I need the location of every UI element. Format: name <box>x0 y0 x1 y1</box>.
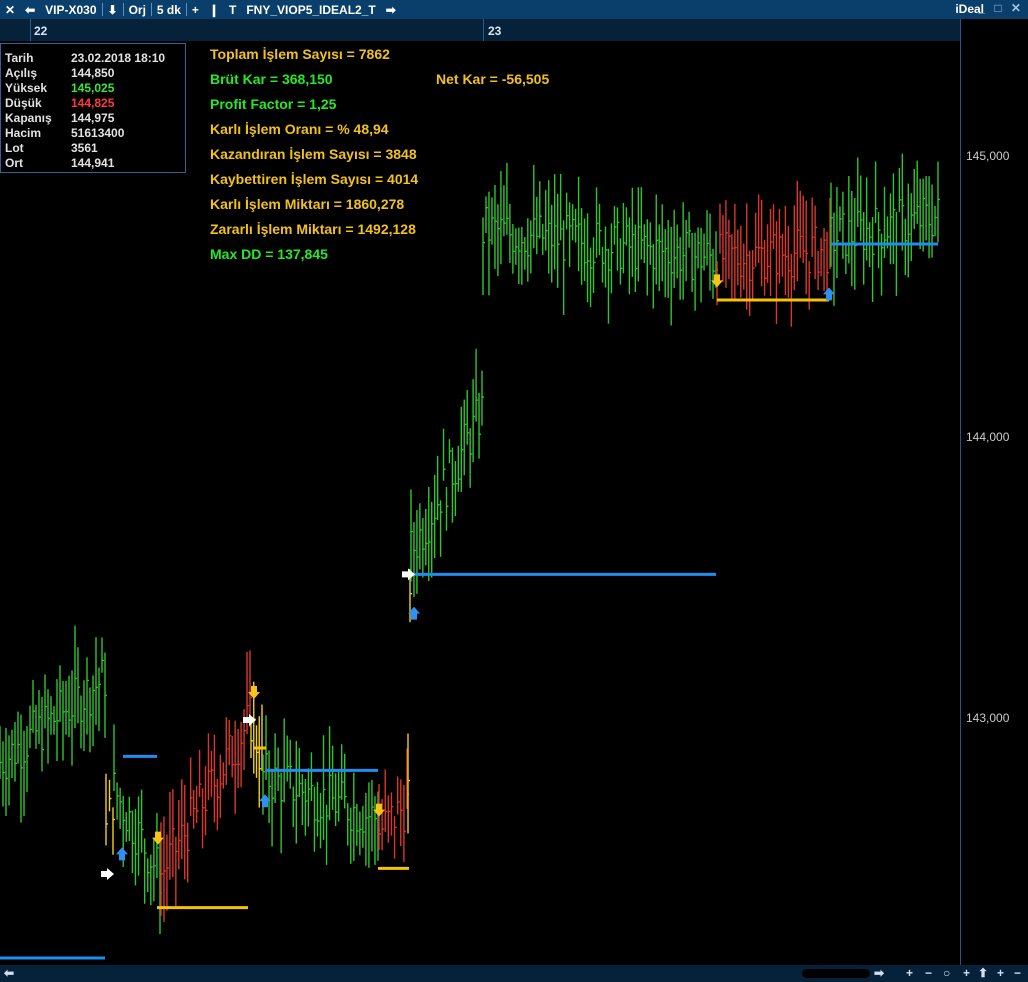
info-value: 23.02.2018 18:10 <box>71 51 166 65</box>
scroll-thumb[interactable] <box>802 969 870 978</box>
date-label-23: 23 <box>488 24 502 38</box>
stat-win-rate: Karlı İşlem Oranı = % 48,94 <box>210 121 389 137</box>
info-row-lot: Lot 3561 <box>5 141 98 155</box>
info-value: 144,975 <box>71 111 115 125</box>
stat-losing-trades: Kaybettiren İşlem Sayısı = 4014 <box>210 171 419 187</box>
zoom-in-icon[interactable]: + <box>906 966 913 980</box>
stat-total-trades: Toplam İşlem Sayısı = 7862 <box>210 46 390 62</box>
info-label: Lot <box>5 141 24 155</box>
info-row-high: Yüksek 145,025 <box>5 81 114 95</box>
close-icon[interactable]: ✕ <box>0 3 20 17</box>
info-value: 144,850 <box>71 66 115 80</box>
buy-signal-icon <box>116 847 128 861</box>
window-controls[interactable]: _ □ ✕ <box>978 1 1024 15</box>
stat-profit-factor: Profit Factor = 1,25 <box>210 96 337 112</box>
info-label: Tarih <box>5 51 34 65</box>
date-axis: 22 23 <box>0 19 960 41</box>
stat-max-dd: Max DD = 137,845 <box>210 246 328 262</box>
bar-icon[interactable]: ❙ <box>204 3 224 17</box>
stat-gross-profit: Brüt Kar = 368,150 <box>210 71 333 87</box>
prev-icon[interactable]: ⬅ <box>20 3 40 17</box>
stat-winning-trades: Kazandıran İşlem Sayısı = 3848 <box>210 146 417 162</box>
system-selector[interactable]: FNY_VIOP5_IDEAL2_T <box>241 3 380 17</box>
price-chart[interactable] <box>0 41 960 965</box>
info-value: 144,825 <box>71 96 115 110</box>
ohlc-info-box: Tarih 23.02.2018 18:10 Açılış 144,850 Yüks… <box>0 43 186 173</box>
period-selector[interactable]: 5 dk <box>152 3 186 17</box>
reset-zoom-icon[interactable]: ○ <box>943 966 950 980</box>
vertical-add-icon[interactable]: + <box>997 966 1004 980</box>
info-label: Kapanış <box>5 111 52 125</box>
info-row-close: Kapanış 144,975 <box>5 111 114 125</box>
stat-net-profit: Net Kar = -56,505 <box>436 71 550 87</box>
info-row-low: Düşük 144,825 <box>5 96 114 110</box>
date-divider <box>483 19 484 41</box>
exit-signal-icon <box>402 568 415 581</box>
orj-button[interactable]: Orj <box>124 3 151 17</box>
info-value: 144,941 <box>71 156 115 170</box>
info-value: 145,025 <box>71 81 115 95</box>
info-label: Hacim <box>5 126 42 140</box>
chart-toolbar: ✕ ⬅ VIP-X030 ⬇ Orj 5 dk + ❙ T FNY_VIOP5_… <box>0 0 1028 19</box>
text-tool-icon[interactable]: T <box>224 3 241 17</box>
info-label: Düşük <box>5 96 42 110</box>
vertical-up-icon[interactable]: ⬆ <box>978 966 988 980</box>
stat-loss-amount: Zararlı İşlem Miktarı = 1492,128 <box>210 221 416 237</box>
y-tick-label: 143,000 <box>966 711 1010 725</box>
scroll-right-icon[interactable]: ➡ <box>874 966 884 980</box>
info-row-volume: Hacim 51613400 <box>5 126 124 140</box>
info-row-open: Açılış 144,850 <box>5 66 114 80</box>
info-label: Yüksek <box>5 81 48 95</box>
vertical-minus-icon[interactable]: − <box>1014 966 1021 980</box>
y-tick-label: 144,000 <box>966 430 1010 444</box>
next-icon[interactable]: ➡ <box>381 3 401 17</box>
info-label: Açılış <box>5 66 38 80</box>
scroll-left-icon[interactable]: ⬅ <box>4 966 14 980</box>
download-icon[interactable]: ⬇ <box>103 3 123 17</box>
info-label: Ort <box>5 156 23 170</box>
stat-profit-amount: Karlı İşlem Miktarı = 1860,278 <box>210 196 405 212</box>
zoom-out-icon[interactable]: − <box>925 966 932 980</box>
date-divider <box>30 19 31 41</box>
buy-signal-icon <box>823 287 835 301</box>
date-label-22: 22 <box>34 24 48 38</box>
add-icon[interactable]: + <box>187 3 204 17</box>
y-tick-label: 145,000 <box>966 149 1010 163</box>
price-axis-line <box>960 19 961 965</box>
symbol-selector[interactable]: VIP-X030 <box>40 3 101 17</box>
info-row-avg: Ort 144,941 <box>5 156 114 170</box>
exit-signal-icon <box>101 868 114 880</box>
info-value: 3561 <box>71 141 98 155</box>
info-row-date: Tarih 23.02.2018 18:10 <box>5 51 165 65</box>
info-value: 51613400 <box>71 126 125 140</box>
bottom-scrollbar[interactable]: ⬅ ➡ + − ○ + ⬆ + − <box>0 965 1028 982</box>
vertical-plus-icon[interactable]: + <box>963 966 970 980</box>
